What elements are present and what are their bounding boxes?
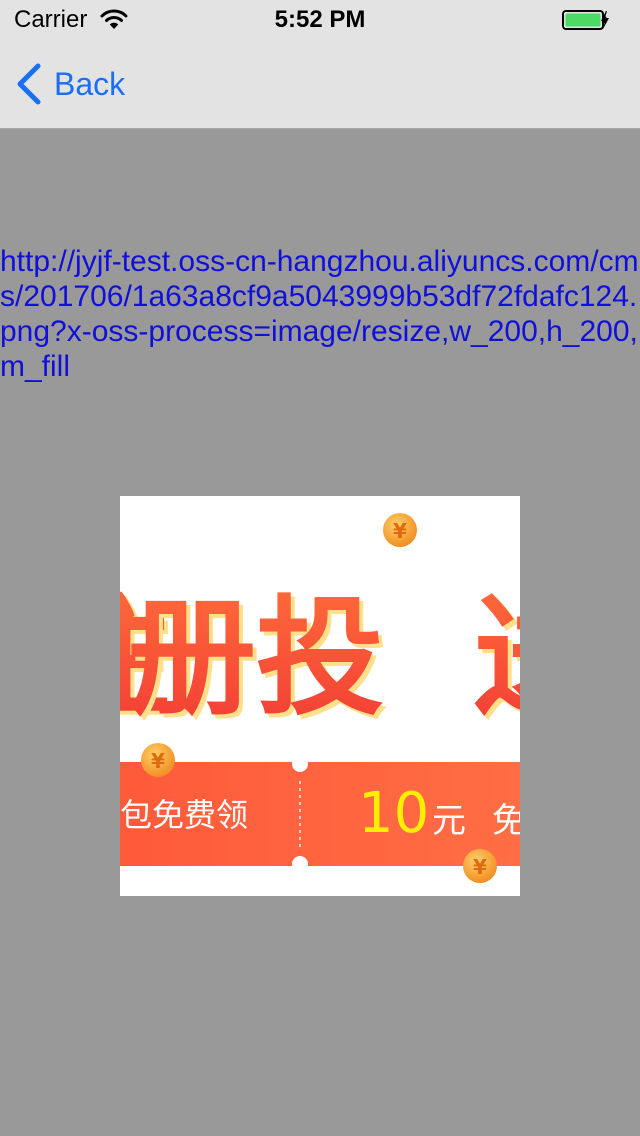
svg-text:¥: ¥ bbox=[393, 519, 407, 543]
navigation-bar: Back bbox=[0, 40, 640, 129]
svg-text:送: 送 bbox=[474, 584, 520, 733]
yen-coin-icon: ¥ bbox=[383, 513, 417, 547]
image-url-text: http://jyjf-test.oss-cn-hangzhou.aliyunc… bbox=[0, 245, 639, 383]
battery-charging-icon bbox=[562, 10, 609, 30]
svg-text:¥: ¥ bbox=[473, 855, 487, 879]
banner-graphic: 注 注 册投 册投 送 送 包免费领 10 元 免 ¥ ¥ ¥ bbox=[120, 513, 520, 883]
yen-coin-icon: ¥ bbox=[463, 849, 497, 883]
banner-amount: 10 bbox=[358, 781, 429, 846]
back-label: Back bbox=[54, 65, 126, 102]
chevron-left-icon bbox=[17, 63, 41, 105]
banner-right-text: 免 bbox=[492, 801, 520, 841]
banner-image: 注 注 册投 册投 送 送 包免费领 10 元 免 ¥ ¥ ¥ bbox=[120, 496, 520, 896]
clock: 5:52 PM bbox=[274, 6, 366, 33]
status-bar: Carrier 5:52 PM bbox=[0, 0, 640, 40]
banner-unit: 元 bbox=[432, 801, 466, 841]
banner-left-text: 包免费领 bbox=[120, 796, 248, 834]
yen-coin-icon: ¥ bbox=[141, 743, 175, 777]
back-button[interactable]: Back bbox=[14, 60, 125, 108]
svg-text:册投: 册投 bbox=[128, 584, 384, 733]
svg-text:¥: ¥ bbox=[151, 749, 165, 773]
banner-headline: 册投 bbox=[128, 584, 384, 733]
